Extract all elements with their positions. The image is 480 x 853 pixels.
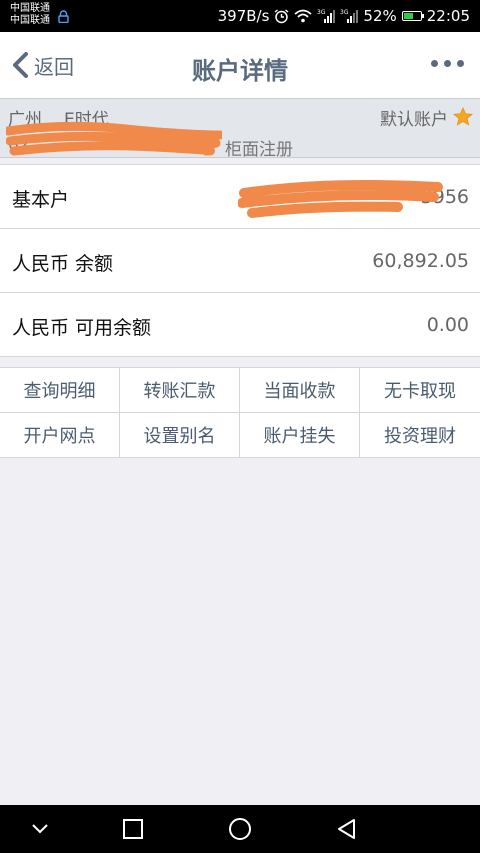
account-city: 广州 xyxy=(8,110,42,130)
set-alias-button[interactable]: 设置别名 xyxy=(120,413,240,458)
action-grid: 查询明细 转账汇款 当面收款 无卡取现 开户网点 设置别名 账户挂失 投资理财 xyxy=(0,367,480,458)
chevron-down-icon[interactable] xyxy=(30,817,50,841)
page-title: 账户详情 xyxy=(192,57,288,85)
signal-icon-3g-2: 3G xyxy=(340,9,359,23)
row-value: 0.00 xyxy=(426,314,469,336)
account-type-row: 基本户 3956 xyxy=(0,165,480,229)
carrier-1: 中国联通 xyxy=(10,3,50,14)
transfer-button[interactable]: 转账汇款 xyxy=(120,368,240,413)
carrier-2: 中国联通 xyxy=(10,15,50,26)
wifi-icon xyxy=(294,9,313,23)
row-label: 人民币 余额 xyxy=(12,253,114,275)
alarm-icon xyxy=(274,8,289,23)
account-info-list: 基本户 3956 人民币 余额 60,892.05 人民币 可用余额 0.00 xyxy=(0,164,480,357)
account-header: 广州 E时代 默认账户 62 07 柜面注册 xyxy=(0,98,480,160)
svg-text:3G: 3G xyxy=(340,9,349,16)
row-value: 3956 xyxy=(420,186,469,208)
star-icon[interactable] xyxy=(453,107,473,126)
account-name: E时代 xyxy=(64,110,109,130)
lock-icon xyxy=(58,10,69,23)
redaction-mark xyxy=(238,180,443,218)
report-loss-button[interactable]: 账户挂失 xyxy=(240,413,360,458)
signal-icon-3g: 3G xyxy=(317,9,336,23)
battery-icon xyxy=(401,11,424,21)
available-balance-row: 人民币 可用余额 0.00 xyxy=(0,293,480,357)
receive-payment-button[interactable]: 当面收款 xyxy=(240,368,360,413)
recent-apps-icon[interactable] xyxy=(122,817,144,841)
net-speed: 397B/s xyxy=(217,7,270,25)
row-label: 基本户 xyxy=(12,189,70,211)
account-number-suffix: 07 xyxy=(192,135,214,155)
home-icon[interactable] xyxy=(228,817,252,841)
system-nav-bar xyxy=(0,805,480,853)
account-number-prefix: 62 xyxy=(8,135,30,155)
more-icon[interactable] xyxy=(431,60,464,67)
battery-percent: 52% xyxy=(363,7,397,25)
investment-button[interactable]: 投资理财 xyxy=(360,413,480,458)
cardless-withdraw-button[interactable]: 无卡取现 xyxy=(360,368,480,413)
default-account-label: 默认账户 xyxy=(380,110,448,130)
nav-bar: 返回 账户详情 xyxy=(0,32,480,98)
balance-row: 人民币 余额 60,892.05 xyxy=(0,229,480,293)
register-type: 柜面注册 xyxy=(225,140,293,160)
query-details-button[interactable]: 查询明细 xyxy=(0,368,120,413)
branch-button[interactable]: 开户网点 xyxy=(0,413,120,458)
status-bar: 中国联通 中国联通 397B/s 3G 3G 52% 22:05 xyxy=(0,0,480,32)
clock: 22:05 xyxy=(426,7,470,25)
carrier-info: 中国联通 中国联通 xyxy=(10,3,50,27)
svg-text:3G: 3G xyxy=(317,9,326,16)
row-label: 人民币 可用余额 xyxy=(12,317,152,339)
row-value: 60,892.05 xyxy=(372,250,469,272)
back-triangle-icon[interactable] xyxy=(336,817,358,841)
